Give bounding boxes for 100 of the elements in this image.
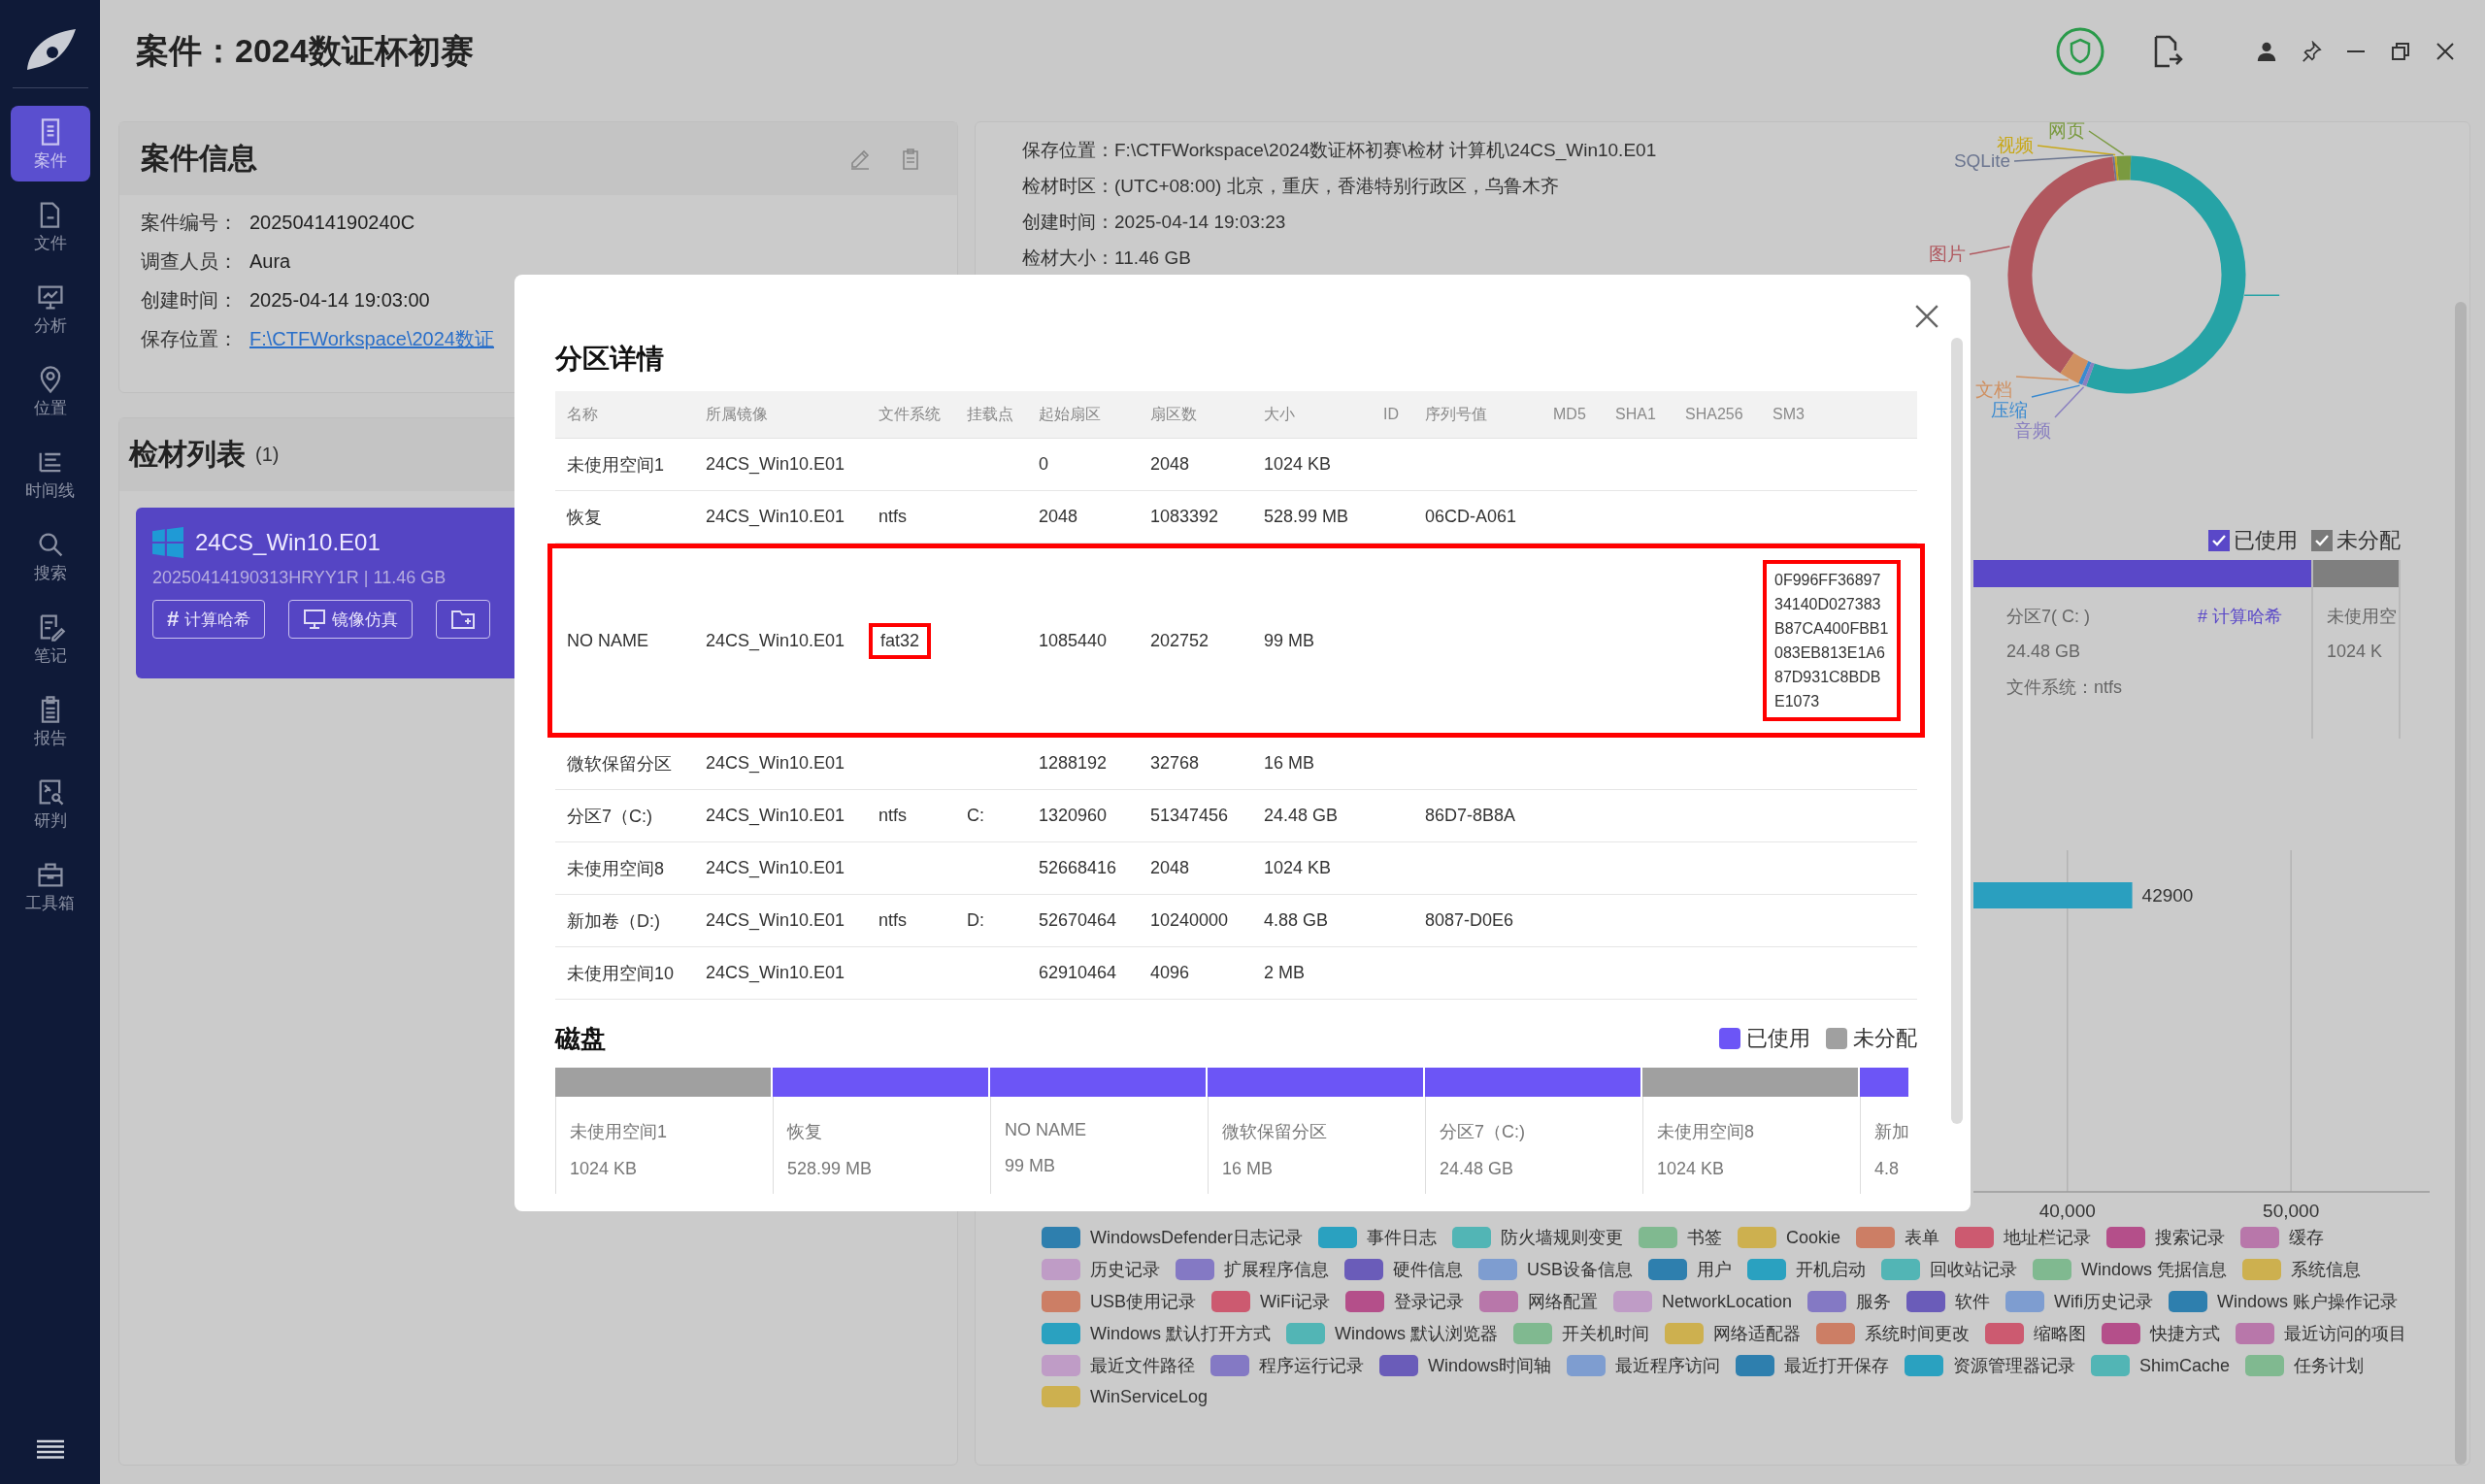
legend-label[interactable]: 书签 xyxy=(1687,1226,1723,1249)
legend-label[interactable]: NetworkLocation xyxy=(1662,1291,1793,1312)
legend-label[interactable]: 系统信息 xyxy=(2291,1258,2362,1281)
legend-swatch[interactable] xyxy=(1042,1291,1080,1312)
legend-label[interactable]: 资源管理器记录 xyxy=(1953,1354,2076,1377)
legend-swatch[interactable] xyxy=(1747,1259,1786,1280)
legend-swatch[interactable] xyxy=(1906,1291,1946,1312)
legend-label[interactable]: 网络适配器 xyxy=(1713,1322,1802,1345)
legend-swatch[interactable] xyxy=(1042,1355,1080,1376)
legend-label[interactable]: 快捷方式 xyxy=(2150,1322,2221,1345)
legend-swatch[interactable] xyxy=(1856,1227,1896,1248)
legend-swatch[interactable] xyxy=(1042,1323,1080,1344)
restore-icon[interactable] xyxy=(2390,40,2411,62)
sidebar-item[interactable]: 工具箱 xyxy=(10,848,90,924)
sidebar-item[interactable]: 案件 xyxy=(10,106,90,181)
legend-swatch[interactable] xyxy=(1613,1291,1652,1312)
legend-swatch[interactable] xyxy=(2242,1259,2282,1280)
legend-label[interactable]: 程序运行记录 xyxy=(1259,1354,1364,1377)
legend-swatch[interactable] xyxy=(1905,1355,1944,1376)
legend-label[interactable]: 开关机时间 xyxy=(1562,1322,1650,1345)
legend-swatch[interactable] xyxy=(1344,1259,1383,1280)
legend-label[interactable]: 最近打开保存 xyxy=(1784,1354,1890,1377)
legend-label[interactable]: USB设备信息 xyxy=(1527,1258,1633,1281)
legend-swatch[interactable] xyxy=(1985,1323,2025,1344)
checkbox[interactable] xyxy=(2208,530,2230,551)
legend-label[interactable]: 最近文件路径 xyxy=(1090,1354,1195,1377)
legend-label[interactable]: 缩略图 xyxy=(2034,1322,2087,1345)
legend-label[interactable]: 防火墙规则变更 xyxy=(1501,1226,1624,1249)
legend-swatch[interactable] xyxy=(2033,1259,2071,1280)
scrollbar[interactable] xyxy=(1951,338,1963,1124)
legend-swatch[interactable] xyxy=(1176,1259,1214,1280)
legend-label[interactable]: Windows 默认打开方式 xyxy=(1090,1322,1272,1345)
table-row[interactable]: NO NAME 24CS_Win10.E01 fat32 1085440 202752 99 MB 0F996FF3689734140D027383B87CA400FBB1083EB813E1A687D931C8BDBE1073 xyxy=(547,544,1925,738)
legend-swatch[interactable] xyxy=(1452,1227,1492,1248)
sidebar-item[interactable]: 时间线 xyxy=(10,436,90,511)
legend-swatch[interactable] xyxy=(1639,1227,1678,1248)
pin-icon[interactable] xyxy=(2301,40,2322,62)
sidebar-item[interactable]: 文件 xyxy=(10,188,90,264)
legend-swatch[interactable] xyxy=(2245,1355,2285,1376)
legend-swatch[interactable] xyxy=(1648,1259,1687,1280)
legend-swatch[interactable] xyxy=(2091,1355,2131,1376)
legend-swatch[interactable] xyxy=(1286,1323,1326,1344)
legend-swatch[interactable] xyxy=(1379,1355,1418,1376)
table-row[interactable]: 新加卷（D:) 24CS_Win10.E01 ntfs D: 52670464 10240000 4.88 GB 8087-D0E6 xyxy=(555,895,1917,947)
legend-label[interactable]: 硬件信息 xyxy=(1393,1258,1463,1281)
legend-label[interactable]: 服务 xyxy=(1856,1290,1892,1313)
legend-swatch[interactable] xyxy=(1567,1355,1607,1376)
legend-label[interactable]: 回收站记录 xyxy=(1930,1258,2017,1281)
menu-icon[interactable] xyxy=(36,1439,64,1459)
legend-label[interactable]: 最近程序访问 xyxy=(1615,1354,1721,1377)
legend-swatch[interactable] xyxy=(2106,1227,2146,1248)
legend-label[interactable]: WindowsDefender日志记录 xyxy=(1090,1226,1304,1249)
legend-swatch[interactable] xyxy=(2240,1227,2280,1248)
legend-label[interactable]: Wifi历史记录 xyxy=(2054,1290,2154,1313)
sidebar-item[interactable]: 位置 xyxy=(10,353,90,429)
table-row[interactable]: 分区7（C:) 24CS_Win10.E01 ntfs C: 1320960 51347456 24.48 GB 86D7-8B8A xyxy=(555,790,1917,842)
legend-item[interactable]: 已使用 xyxy=(1719,1024,1810,1053)
table-row[interactable]: 微软保留分区 24CS_Win10.E01 1288192 32768 16 MB xyxy=(555,738,1917,790)
legend-swatch[interactable] xyxy=(1807,1291,1847,1312)
legend-swatch[interactable] xyxy=(2102,1323,2141,1344)
legend-swatch[interactable] xyxy=(1881,1259,1920,1280)
table-row[interactable]: 未使用空间8 24CS_Win10.E01 52668416 2048 1024 KB xyxy=(555,842,1917,895)
legend-label[interactable]: Windows 凭据信息 xyxy=(2081,1258,2228,1281)
emulate-button[interactable]: 镜像仿真 xyxy=(288,600,414,639)
legend-label[interactable]: 软件 xyxy=(1955,1290,1991,1313)
legend-label[interactable]: Windows时间轴 xyxy=(1428,1354,1552,1377)
legend-label[interactable]: Windows 默认浏览器 xyxy=(1335,1322,1499,1345)
table-row[interactable]: 未使用空间10 24CS_Win10.E01 62910464 4096 2 MB xyxy=(555,947,1917,1000)
checkbox-label[interactable]: 未分配 xyxy=(2336,526,2401,555)
legend-swatch[interactable] xyxy=(1513,1323,1553,1344)
legend-swatch[interactable] xyxy=(1736,1355,1775,1376)
sidebar-item[interactable]: 分析 xyxy=(10,271,90,346)
checkbox-label[interactable]: 已使用 xyxy=(2234,526,2298,555)
legend-swatch[interactable] xyxy=(2169,1291,2208,1312)
scrollbar[interactable] xyxy=(2455,302,2467,1465)
table-row[interactable]: 恢复 24CS_Win10.E01 ntfs 2048 1083392 528.99 MB 06CD-A061 xyxy=(555,491,1917,544)
legend-label[interactable]: USB使用记录 xyxy=(1090,1290,1196,1313)
legend-label[interactable]: 网络配置 xyxy=(1528,1290,1598,1313)
table-row[interactable]: 未使用空间1 24CS_Win10.E01 0 2048 1024 KB xyxy=(555,439,1917,491)
checkbox[interactable] xyxy=(2311,530,2333,551)
hash-button[interactable]: # 计算哈希 xyxy=(152,600,266,639)
legend-label[interactable]: 开机启动 xyxy=(1796,1258,1866,1281)
legend-label[interactable]: 地址栏记录 xyxy=(2004,1226,2092,1249)
legend-label[interactable]: 登录记录 xyxy=(1394,1290,1464,1313)
legend-label[interactable]: 历史记录 xyxy=(1090,1258,1160,1281)
legend-swatch[interactable] xyxy=(1210,1355,1249,1376)
legend-swatch[interactable] xyxy=(2005,1291,2045,1312)
legend-item[interactable]: 未分配 xyxy=(1826,1024,1917,1053)
disk-segment-bar[interactable] xyxy=(1860,1068,1910,1097)
legend-label[interactable]: 系统时间更改 xyxy=(1865,1322,1971,1345)
legend-label[interactable]: 事件日志 xyxy=(1367,1226,1438,1249)
legend-label[interactable]: Windows 账户操作记录 xyxy=(2217,1290,2399,1313)
folder-button[interactable] xyxy=(436,600,491,639)
legend-label[interactable]: WinServiceLog xyxy=(1090,1386,1209,1407)
legend-label[interactable]: 最近访问的项目 xyxy=(2284,1322,2407,1345)
legend-swatch[interactable] xyxy=(1042,1227,1080,1248)
legend-label[interactable]: 用户 xyxy=(1697,1258,1732,1281)
legend-swatch[interactable] xyxy=(1318,1227,1358,1248)
legend-swatch[interactable] xyxy=(1665,1323,1705,1344)
legend-swatch[interactable] xyxy=(1042,1386,1080,1407)
